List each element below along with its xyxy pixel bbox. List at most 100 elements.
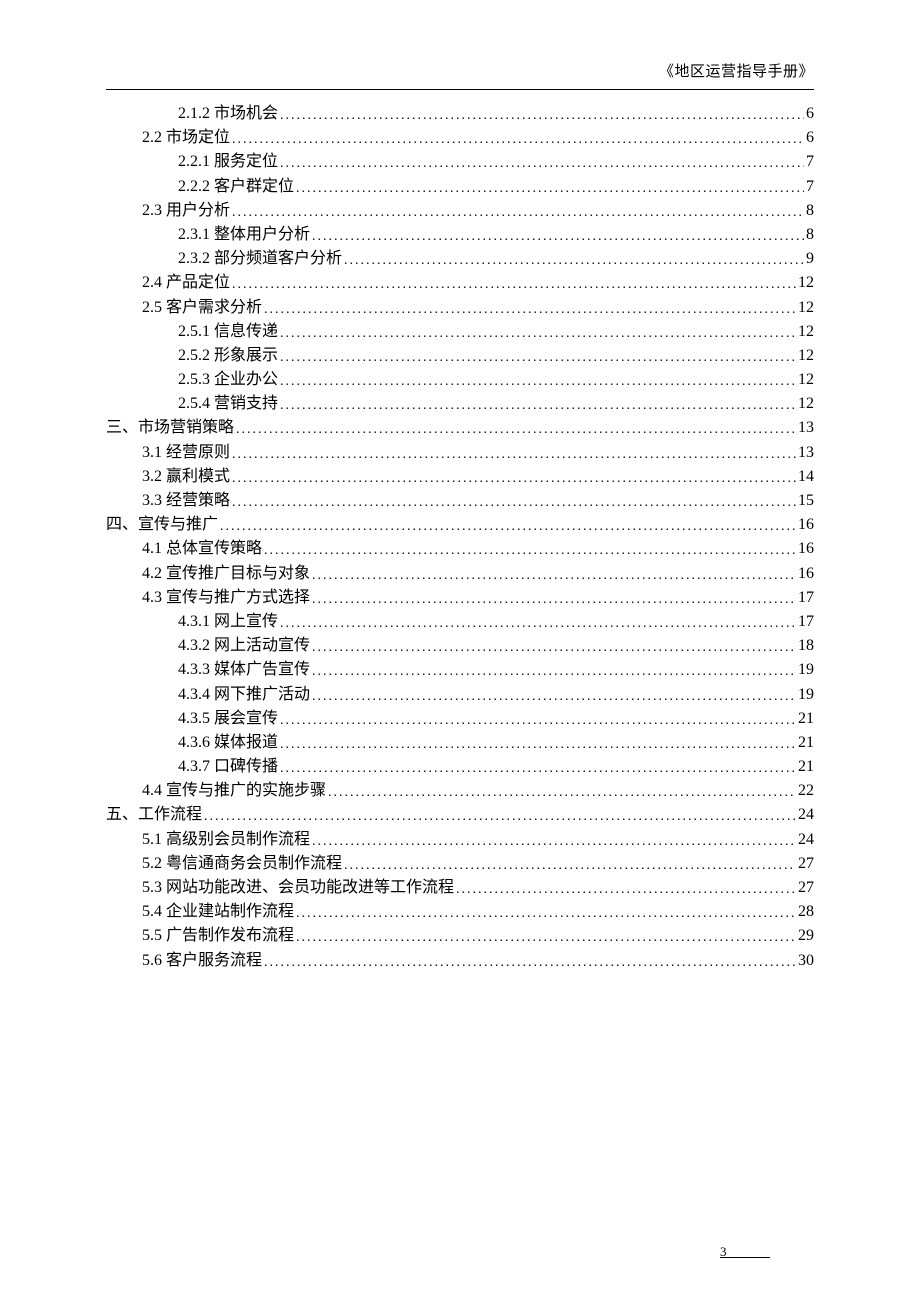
toc-entry: 2.3.2 部分频道客户分析9 [106,251,814,267]
toc-entry: 3.2 赢利模式14 [106,469,814,485]
toc-entry-page: 13 [798,445,814,461]
toc-entry: 2.5.2 形象展示12 [106,348,814,364]
toc-entry-page: 16 [798,566,814,582]
toc-entry-page: 12 [798,275,814,291]
toc-entry-page: 19 [798,687,814,703]
toc-entry-page: 7 [806,154,814,170]
toc-entry: 五、工作流程 24 [106,807,814,823]
toc-entry: 2.5 客户需求分析 12 [106,300,814,316]
toc-entry: 2.4 产品定位 12 [106,275,814,291]
toc-entry: 三、市场营销策略13 [106,420,814,436]
toc-entry: 四、宣传与推广16 [106,517,814,533]
toc-entry-label: 2.3.2 部分频道客户分析 [178,251,342,267]
toc-leader-dots [280,399,796,413]
toc-entry-page: 22 [798,783,814,799]
toc-entry-label: 3.2 赢利模式 [142,469,230,485]
page-number-underline [720,1257,770,1258]
toc-entry-page: 24 [798,807,814,823]
toc-leader-dots [296,907,796,921]
toc-entry-label: 4.3.3 媒体广告宣传 [178,662,310,678]
toc-entry-label: 4.3.7 口碑传播 [178,759,278,775]
toc-entry-page: 6 [806,130,814,146]
toc-entry-page: 8 [806,227,814,243]
toc-entry-page: 16 [798,517,814,533]
toc-leader-dots [296,931,796,945]
toc-entry-label: 2.2 市场定位 [142,130,230,146]
toc-entry-label: 2.5 客户需求分析 [142,300,262,316]
toc-entry-label: 4.3.5 展会宣传 [178,711,278,727]
toc-entry-page: 8 [806,203,814,219]
toc-entry-label: 5.6 客户服务流程 [142,953,262,969]
toc-leader-dots [312,641,796,655]
toc-entry-page: 17 [798,590,814,606]
toc-entry-label: 5.4 企业建站制作流程 [142,904,294,920]
toc-entry-label: 2.4 产品定位 [142,275,230,291]
toc-entry: 2.3.1 整体用户分析 8 [106,227,814,243]
toc-entry: 4.3.6 媒体报道21 [106,735,814,751]
toc-entry: 5.6 客户服务流程30 [106,953,814,969]
toc-entry-label: 2.3 用户分析 [142,203,230,219]
toc-entry-label: 4.2 宣传推广目标与对象 [142,566,310,582]
toc-leader-dots [312,665,796,679]
table-of-contents: 2.1.2 市场机会 6 2.2 市场定位 6 2.2.1 服务定位 7 2.2.2 客户群… [106,106,814,969]
toc-leader-dots [220,520,796,534]
toc-leader-dots [456,883,796,897]
toc-entry: 2.2 市场定位 6 [106,130,814,146]
toc-entry: 4.3.5 展会宣传21 [106,711,814,727]
toc-entry-page: 29 [798,928,814,944]
toc-leader-dots [312,593,796,607]
toc-leader-dots [264,956,796,970]
toc-entry: 2.1.2 市场机会 6 [106,106,814,122]
toc-entry-label: 4.4 宣传与推广的实施步骤 [142,783,326,799]
toc-entry-page: 12 [798,324,814,340]
toc-leader-dots [280,762,796,776]
toc-entry-label: 3.1 经营原则 [142,445,230,461]
toc-entry-label: 4.3.1 网上宣传 [178,614,278,630]
toc-entry: 4.2 宣传推广目标与对象 16 [106,566,814,582]
toc-entry: 4.1 总体宣传策略16 [106,541,814,557]
toc-entry-label: 3.3 经营策略 [142,493,230,509]
toc-leader-dots [296,182,804,196]
toc-entry: 2.2.1 服务定位 7 [106,154,814,170]
toc-entry-page: 17 [798,614,814,630]
toc-leader-dots [204,810,796,824]
toc-entry-label: 5.3 网站功能改进、会员功能改进等工作流程 [142,880,454,896]
toc-entry-label: 4.3.6 媒体报道 [178,735,278,751]
toc-leader-dots [312,569,796,583]
toc-leader-dots [328,786,796,800]
toc-leader-dots [264,303,796,317]
page-number: 3 [720,1244,727,1259]
toc-entry-page: 21 [798,759,814,775]
toc-entry-label: 4.3.2 网上活动宣传 [178,638,310,654]
toc-leader-dots [236,423,796,437]
toc-entry-page: 6 [806,106,814,122]
toc-leader-dots [280,617,796,631]
toc-entry-label: 五、工作流程 [106,807,202,823]
toc-entry: 2.2.2 客户群定位7 [106,179,814,195]
toc-entry: 5.1 高级别会员制作流程24 [106,832,814,848]
toc-entry-page: 12 [798,300,814,316]
toc-leader-dots [344,254,804,268]
document-page: 《地区运营指导手册》 2.1.2 市场机会62.2 市场定位62.2.1 服务定… [0,0,920,1302]
toc-entry-label: 4.3.4 网下推广活动 [178,687,310,703]
toc-leader-dots [232,206,804,220]
toc-leader-dots [280,351,796,365]
toc-entry-page: 27 [798,880,814,896]
toc-leader-dots [344,859,796,873]
toc-entry-label: 5.1 高级别会员制作流程 [142,832,310,848]
toc-entry-page: 12 [798,348,814,364]
toc-entry: 4.3.1 网上宣传 17 [106,614,814,630]
toc-entry: 4.3.7 口碑传播 21 [106,759,814,775]
toc-leader-dots [232,472,796,486]
toc-entry: 5.5 广告制作发布流程 29 [106,928,814,944]
toc-entry-label: 2.3.1 整体用户分析 [178,227,310,243]
toc-entry: 4.3.2 网上活动宣传18 [106,638,814,654]
toc-entry-page: 13 [798,420,814,436]
header-rule [106,89,814,90]
toc-entry-label: 5.5 广告制作发布流程 [142,928,294,944]
toc-entry-label: 2.2.1 服务定位 [178,154,278,170]
toc-entry-page: 27 [798,856,814,872]
toc-entry: 2.5.4 营销支持12 [106,396,814,412]
toc-entry-page: 28 [798,904,814,920]
toc-entry-label: 2.1.2 市场机会 [178,106,278,122]
